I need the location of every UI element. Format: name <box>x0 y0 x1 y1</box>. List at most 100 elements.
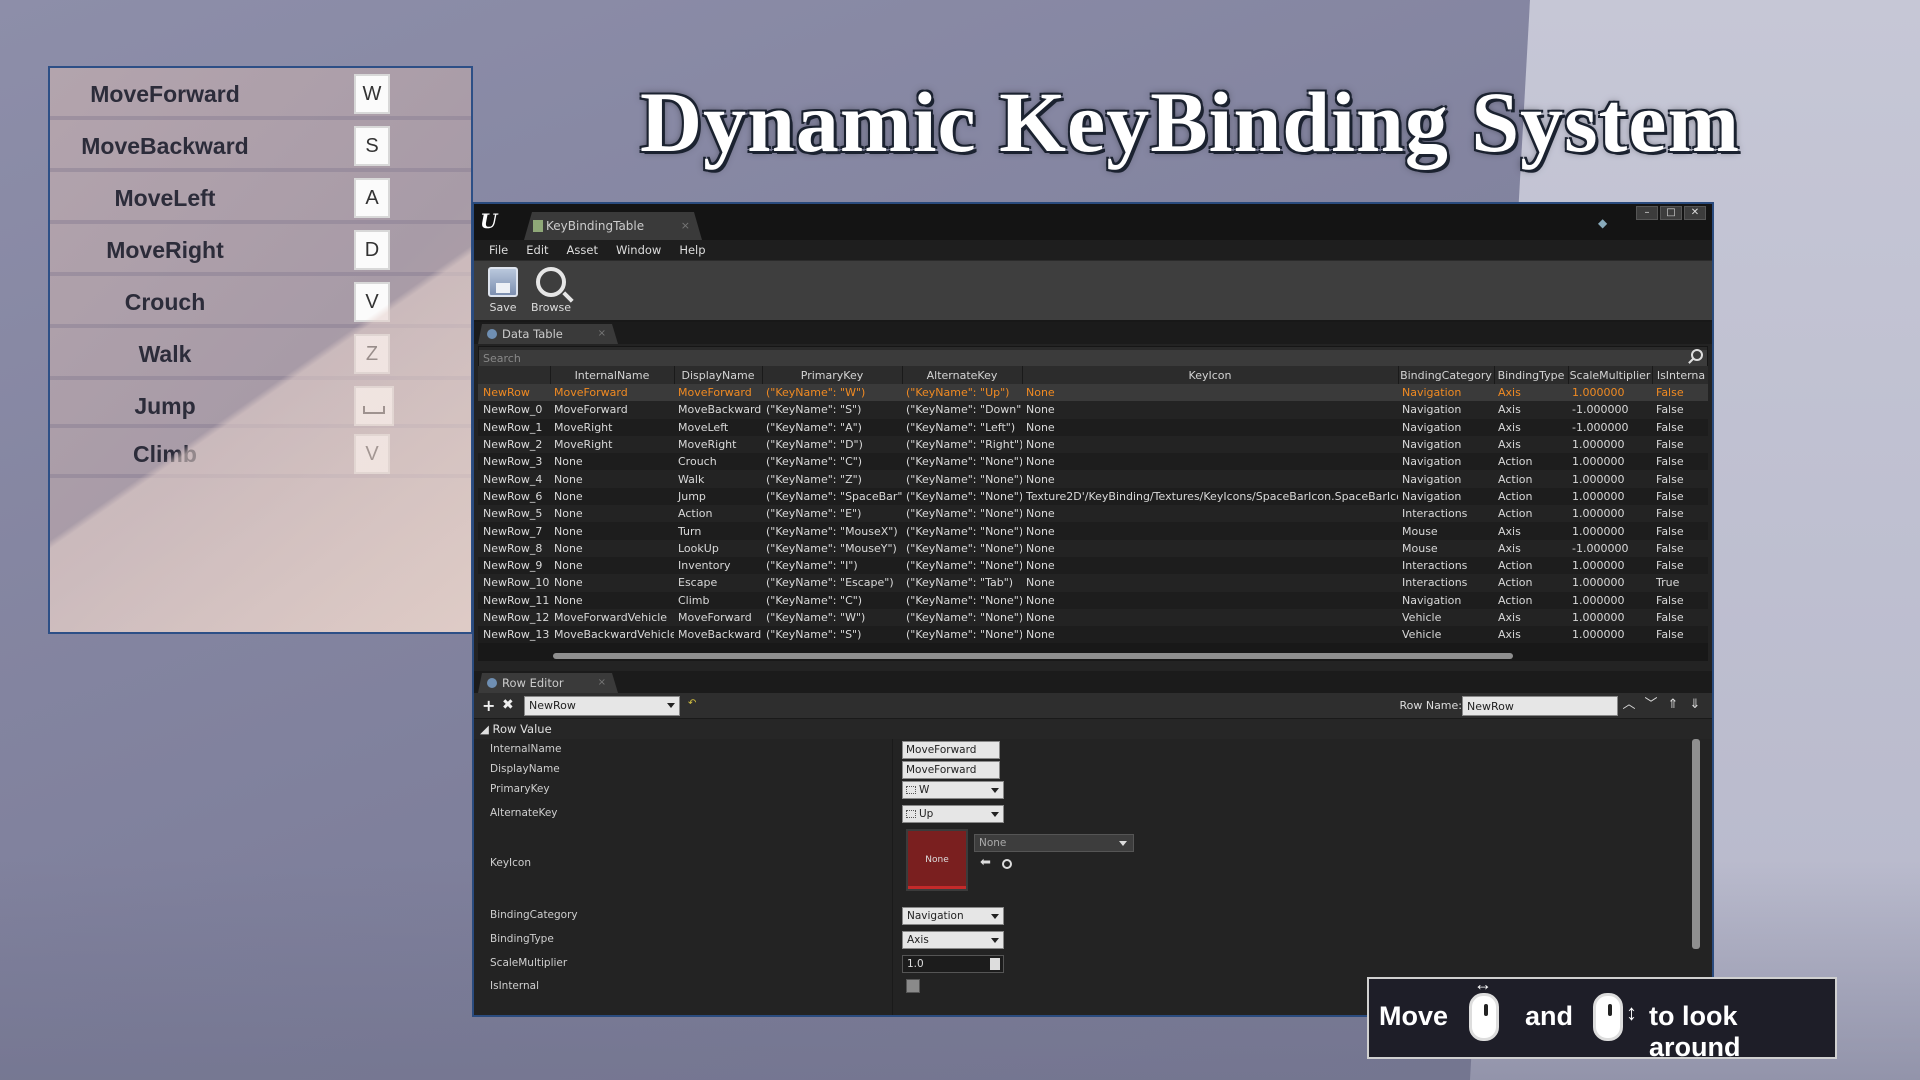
table-cell: 1.000000 <box>1568 626 1652 644</box>
table-cell: ("KeyName": "D") <box>762 435 902 454</box>
toolbar: Save Browse <box>474 260 1712 322</box>
keyboard-icon <box>906 810 916 818</box>
keybinding-row[interactable]: MoveLeft A <box>50 172 471 224</box>
table-cell: ("KeyName": "MouseX") <box>762 522 902 540</box>
close-icon[interactable]: × <box>681 212 690 240</box>
table-cell: LookUp <box>674 539 762 557</box>
minimize-button[interactable]: – <box>1636 206 1658 220</box>
menu-asset[interactable]: Asset <box>558 240 607 260</box>
table-row[interactable]: NewRow_2 MoveRight MoveRight ("KeyName": "D… <box>478 435 1708 454</box>
move-top-icon[interactable]: ⇑ <box>1666 696 1680 714</box>
keybinding-row[interactable]: MoveForward W <box>50 68 471 120</box>
key-button[interactable]: Z <box>354 334 390 374</box>
use-selected-icon[interactable]: ⬅ <box>980 855 991 870</box>
table-row[interactable]: NewRow_9 None Inventory ("KeyName": "I") ("K… <box>478 556 1708 575</box>
spin-handle-icon[interactable] <box>990 958 1000 970</box>
menu-window[interactable]: Window <box>607 240 670 260</box>
table-row[interactable]: NewRow_13 MoveBackwardVehicle MoveBackward… <box>478 626 1708 644</box>
horizontal-scrollbar[interactable] <box>553 653 1513 659</box>
move-down-icon[interactable]: ﹀ <box>1644 696 1658 714</box>
key-button[interactable]: V <box>354 282 390 322</box>
keybinding-row[interactable]: MoveBackward S <box>50 120 471 172</box>
keybinding-row[interactable]: Jump <box>50 380 471 428</box>
column-header[interactable]: PrimaryKey <box>762 366 903 384</box>
key-button[interactable]: V <box>354 434 390 474</box>
table-row[interactable]: NewRow_8 None LookUp ("KeyName": "MouseY")(… <box>478 539 1708 557</box>
column-header[interactable]: KeyIcon <box>1022 366 1399 384</box>
table-row[interactable]: NewRow_6 None Jump ("KeyName": "SpaceBar")(… <box>478 487 1708 506</box>
mouse-lr-icon <box>1469 974 1499 1041</box>
column-header[interactable]: BindingCategory <box>1398 366 1495 384</box>
vertical-scrollbar[interactable] <box>1692 739 1700 949</box>
keybinding-row[interactable]: Crouch V <box>50 276 471 328</box>
column-header[interactable]: AlternateKey <box>902 366 1023 384</box>
tab-row-editor[interactable]: Row Editor × <box>478 673 618 693</box>
key-button[interactable]: W <box>354 74 390 114</box>
remove-row-icon[interactable]: ✖ <box>502 697 514 713</box>
key-button[interactable]: A <box>354 178 390 218</box>
keyicon-asset-picker[interactable]: None <box>974 834 1134 852</box>
maximize-button[interactable]: □ <box>1660 206 1682 220</box>
help-icon[interactable]: ◆ <box>1598 216 1612 230</box>
displayname-field[interactable] <box>902 761 1000 779</box>
close-icon[interactable]: × <box>598 673 606 693</box>
space-bar-icon[interactable] <box>354 386 394 426</box>
bindingtype-select[interactable]: Axis <box>902 931 1004 949</box>
save-button[interactable]: Save <box>480 265 526 319</box>
keybinding-row[interactable]: Climb V <box>50 428 471 478</box>
row-select-combo[interactable]: NewRow <box>524 696 680 716</box>
bindingcategory-select[interactable]: Navigation <box>902 907 1004 925</box>
table-row[interactable]: NewRow_11 None Climb ("KeyName": "C") ("KeyN… <box>478 591 1708 609</box>
reset-icon[interactable]: ↶ <box>688 698 698 709</box>
table-row[interactable]: NewRow_10 None Escape ("KeyName": "Escape")… <box>478 574 1708 592</box>
close-button[interactable]: ✕ <box>1684 206 1706 220</box>
table-row[interactable]: NewRow MoveForward MoveForward ("KeyName": … <box>478 384 1708 402</box>
row-value-body: InternalName DisplayName PrimaryKey W Al… <box>474 739 1712 1015</box>
isinternal-checkbox[interactable] <box>906 979 920 993</box>
add-row-icon[interactable]: + <box>482 696 495 715</box>
menu-help[interactable]: Help <box>670 240 714 260</box>
table-row[interactable]: NewRow_5 None Action ("KeyName": "E") ("KeyN… <box>478 505 1708 523</box>
scalemultiplier-spinbox[interactable]: 1.0 <box>902 955 1004 973</box>
row-value-section[interactable]: ◢ Row Value <box>474 719 1712 739</box>
table-row[interactable]: NewRow_3 None Crouch ("KeyName": "C") ("KeyN… <box>478 453 1708 471</box>
primarykey-selector[interactable]: W <box>902 781 1004 799</box>
column-header[interactable] <box>478 366 551 384</box>
close-icon[interactable]: × <box>598 324 606 344</box>
table-cell: Interactions <box>1398 505 1494 523</box>
column-header[interactable]: BindingType <box>1494 366 1569 384</box>
move-up-icon[interactable]: ︿ <box>1622 696 1636 714</box>
search-input[interactable] <box>479 349 1707 368</box>
key-button[interactable]: D <box>354 230 390 270</box>
keyicon-thumbnail[interactable]: None <box>906 829 968 891</box>
table-row[interactable]: NewRow_12 MoveForwardVehicle MoveForward ("… <box>478 608 1708 627</box>
find-in-browser-icon[interactable] <box>1002 859 1012 869</box>
internalname-field[interactable] <box>902 741 1000 759</box>
table-cell: ("KeyName": "Tab") <box>902 574 1022 592</box>
move-bottom-icon[interactable]: ⇓ <box>1688 696 1702 714</box>
table-row[interactable]: NewRow_4 None Walk ("KeyName": "Z") ("KeyNam… <box>478 470 1708 488</box>
table-cell: ("KeyName": "S") <box>762 626 902 644</box>
table-row[interactable]: NewRow_1 MoveRight MoveLeft ("KeyName": "A"… <box>478 418 1708 436</box>
column-header[interactable]: DisplayName <box>674 366 763 384</box>
property-divider[interactable] <box>892 739 893 1015</box>
table-cell: None <box>1022 401 1398 419</box>
keybinding-row[interactable]: MoveRight D <box>50 224 471 276</box>
alternatekey-selector[interactable]: Up <box>902 805 1004 823</box>
column-header[interactable]: ScaleMultiplier <box>1568 366 1653 384</box>
key-button[interactable]: S <box>354 126 390 166</box>
menu-file[interactable]: File <box>480 240 517 260</box>
row-name-input[interactable] <box>1462 696 1618 716</box>
tab-data-table[interactable]: Data Table × <box>478 324 618 344</box>
table-row[interactable]: NewRow_7 None Turn ("KeyName": "MouseX") ("K… <box>478 522 1708 540</box>
menu-edit[interactable]: Edit <box>517 240 557 260</box>
column-header[interactable]: InternalName <box>550 366 675 384</box>
keybinding-row[interactable]: Walk Z <box>50 328 471 380</box>
column-header[interactable]: IsInterna <box>1652 366 1708 384</box>
search-icon[interactable] <box>1691 349 1703 361</box>
document-tab[interactable]: KeyBindingTable × <box>524 212 702 240</box>
browse-button[interactable]: Browse <box>528 265 574 319</box>
table-cell: Action <box>1494 574 1568 592</box>
bindingtype-value: Axis <box>907 934 929 946</box>
table-row[interactable]: NewRow_0 MoveForward MoveBackward ("KeyName… <box>478 401 1708 419</box>
